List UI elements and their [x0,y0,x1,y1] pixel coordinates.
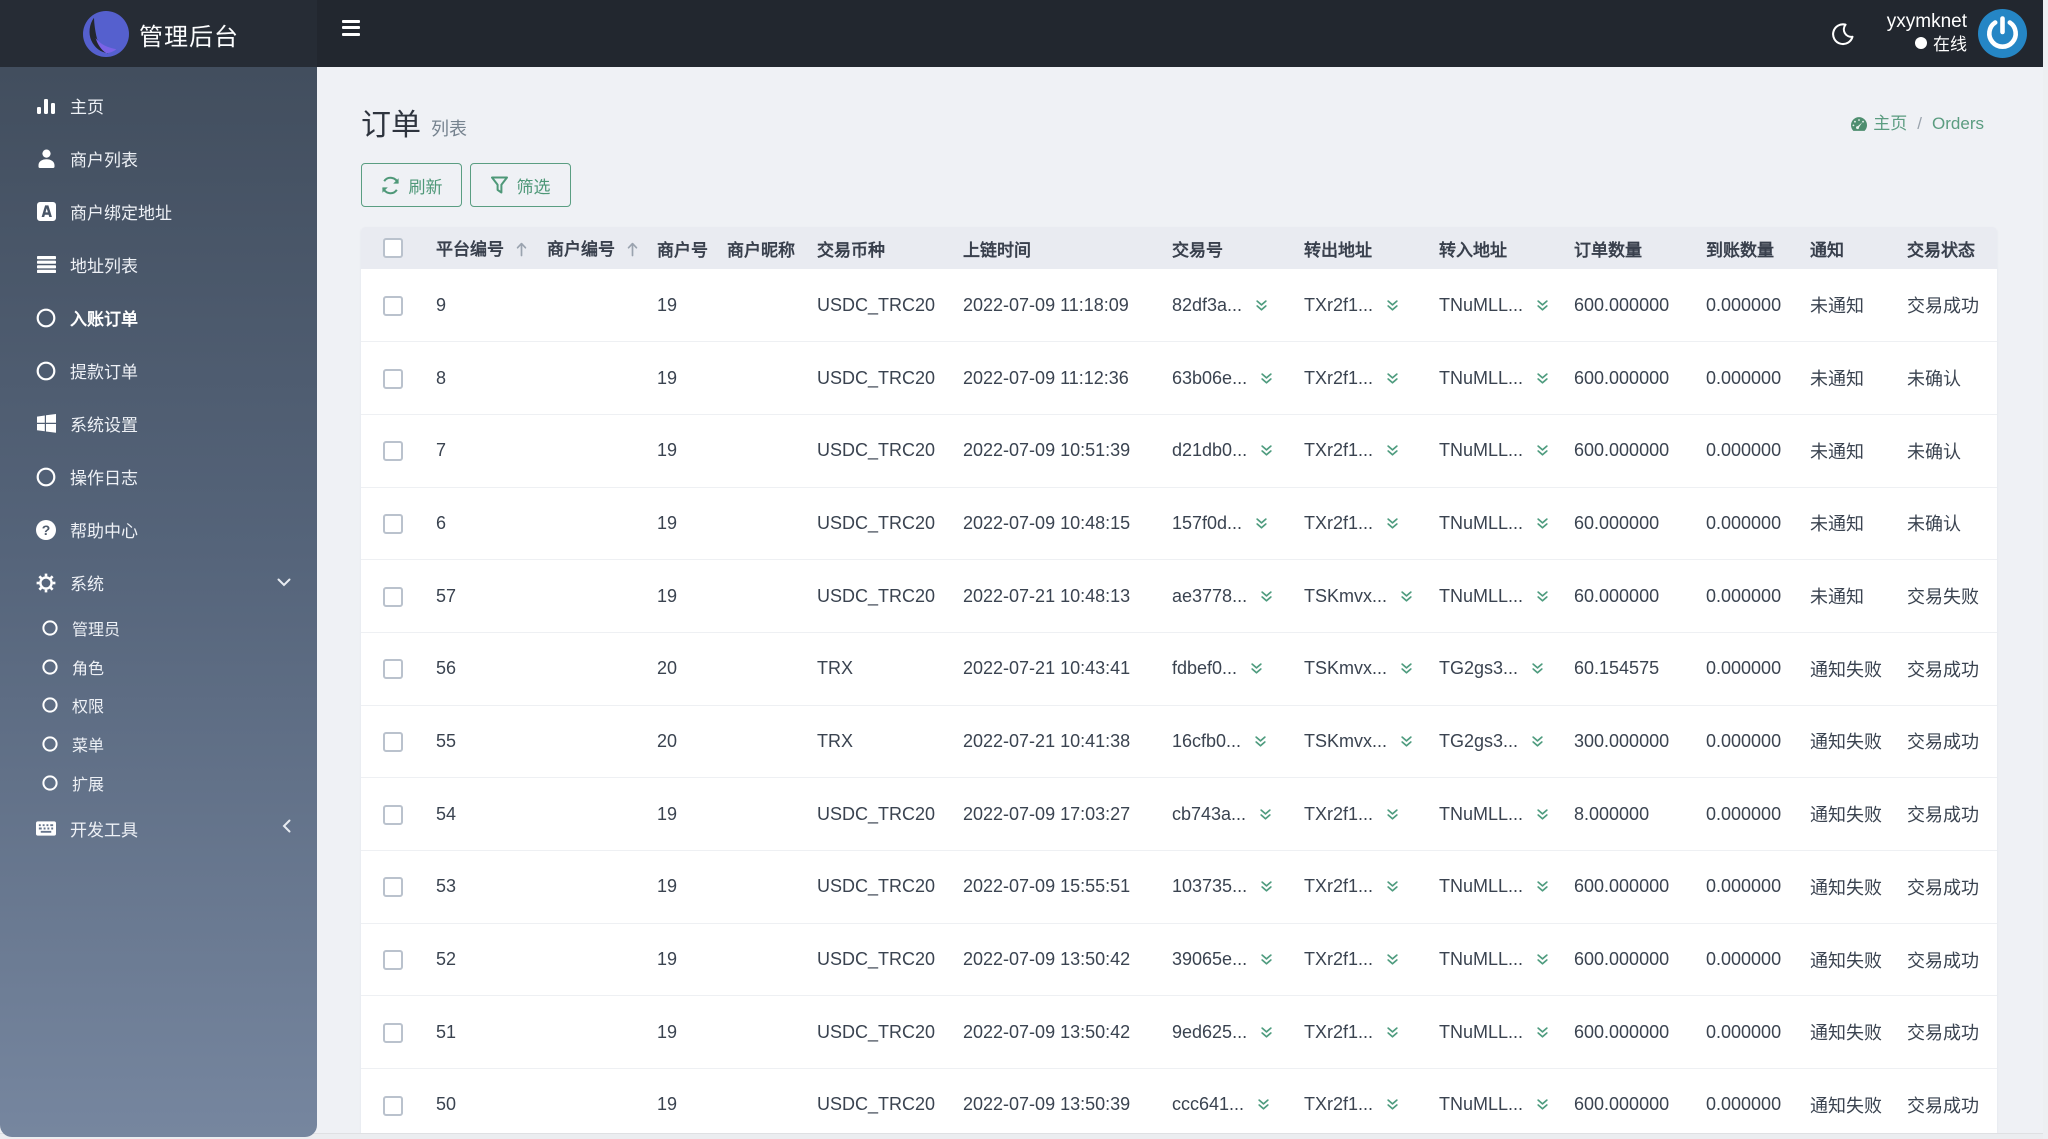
svg-text:?: ? [42,522,51,538]
